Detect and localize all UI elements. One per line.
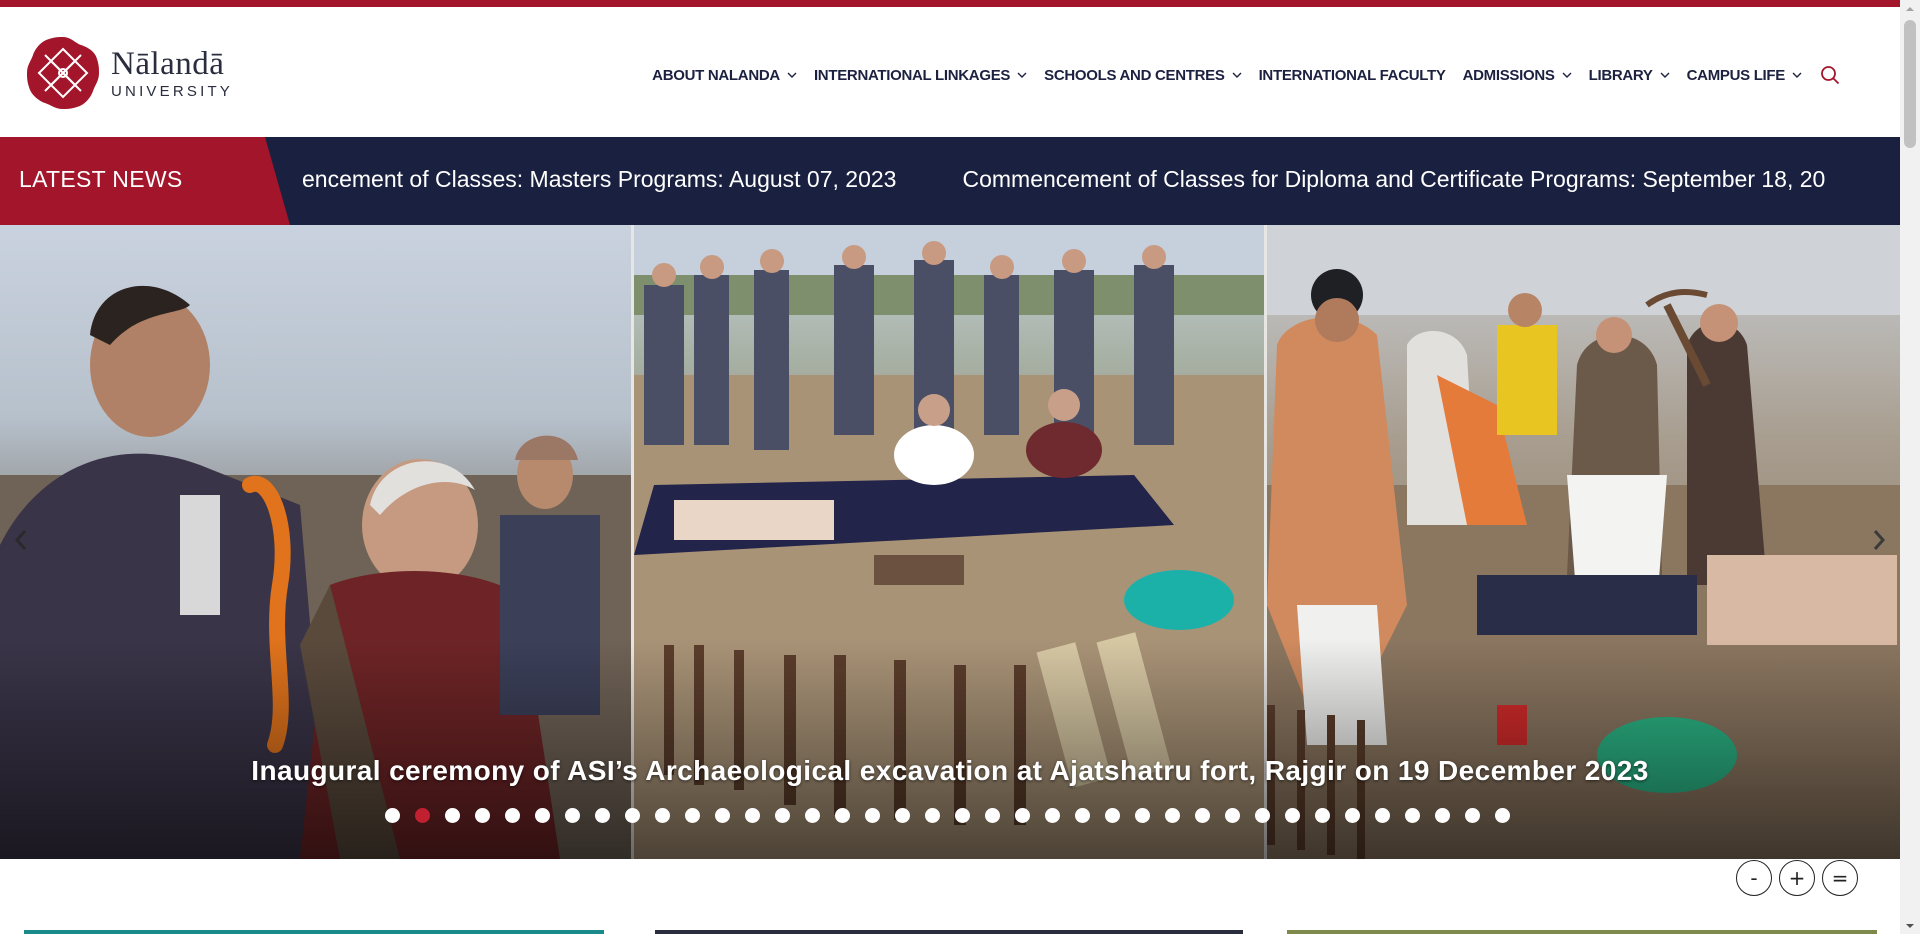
slider-dot[interactable] bbox=[1465, 808, 1480, 823]
slider-next-arrow-icon[interactable] bbox=[1868, 525, 1890, 555]
hero-slider: Inaugural ceremony of ASI’s Archaeologic… bbox=[0, 225, 1900, 859]
nav-item-schools-and-centres[interactable]: SCHOOLS AND CENTRES bbox=[1044, 66, 1242, 84]
chevron-down-icon bbox=[1232, 72, 1242, 78]
slider-dot[interactable] bbox=[805, 808, 820, 823]
slider-dot[interactable] bbox=[685, 808, 700, 823]
news-item[interactable]: encement of Classes: Masters Programs: A… bbox=[302, 166, 896, 192]
slider-dot[interactable] bbox=[1495, 808, 1510, 823]
chevron-down-icon bbox=[1562, 72, 1572, 78]
site-logo[interactable]: Nālandā UNIVERSITY bbox=[25, 35, 233, 111]
slider-dot[interactable] bbox=[1315, 808, 1330, 823]
nav-item-about-nalanda[interactable]: ABOUT NALANDA bbox=[652, 67, 797, 84]
nav-item-label: SCHOOLS AND CENTRES bbox=[1044, 66, 1225, 84]
slider-dot[interactable] bbox=[895, 808, 910, 823]
slider-dot[interactable] bbox=[1195, 808, 1210, 823]
slider-dot[interactable] bbox=[1105, 808, 1120, 823]
nav-item-label: CAMPUS LIFE bbox=[1686, 66, 1786, 84]
slider-dot[interactable] bbox=[625, 808, 640, 823]
slider-dot[interactable] bbox=[1405, 808, 1420, 823]
slider-dot[interactable] bbox=[835, 808, 850, 823]
slider-dot[interactable] bbox=[925, 808, 940, 823]
scroll-down-arrow[interactable] bbox=[1900, 917, 1920, 934]
chevron-down-icon bbox=[1792, 72, 1802, 78]
slider-dot[interactable] bbox=[445, 808, 460, 823]
slider-dot[interactable] bbox=[1255, 808, 1270, 823]
nav-item-campus-life[interactable]: CAMPUS LIFE bbox=[1687, 67, 1802, 84]
slider-dot[interactable] bbox=[535, 808, 550, 823]
nav-item-label: LIBRARY bbox=[1588, 66, 1653, 84]
site-header: Nālandā UNIVERSITY ABOUT NALANDA INTERNA… bbox=[0, 7, 1900, 137]
nav-item-international-faculty[interactable]: INTERNATIONAL FACULTY bbox=[1259, 67, 1446, 84]
latest-news-label: LATEST NEWS bbox=[0, 137, 290, 225]
slider-dot[interactable] bbox=[655, 808, 670, 823]
font-decrease-button[interactable]: - bbox=[1736, 860, 1772, 896]
caption-shade bbox=[0, 639, 1900, 859]
slider-dot[interactable] bbox=[865, 808, 880, 823]
nav-item-label: INTERNATIONAL LINKAGES bbox=[813, 66, 1011, 84]
slider-dot[interactable] bbox=[565, 808, 580, 823]
card-top-teal bbox=[24, 930, 604, 934]
font-size-controls: - + = bbox=[1736, 860, 1865, 896]
nav-item-library[interactable]: LIBRARY bbox=[1589, 67, 1670, 84]
slider-dot[interactable] bbox=[1375, 808, 1390, 823]
slide-caption: Inaugural ceremony of ASI’s Archaeologic… bbox=[251, 755, 1649, 786]
nav-item-admissions[interactable]: ADMISSIONS bbox=[1463, 67, 1572, 84]
slider-dot[interactable] bbox=[1135, 808, 1150, 823]
main-navigation: ABOUT NALANDA INTERNATIONAL LINKAGES SCH… bbox=[635, 65, 1840, 85]
card-top-olive bbox=[1287, 930, 1877, 934]
scroll-up-arrow[interactable] bbox=[1900, 0, 1920, 17]
logo-name: Nālandā bbox=[111, 45, 225, 82]
font-increase-button[interactable]: + bbox=[1779, 860, 1815, 896]
font-reset-button[interactable]: = bbox=[1822, 860, 1858, 896]
search-icon[interactable] bbox=[1820, 65, 1840, 85]
logo-subtitle: UNIVERSITY bbox=[111, 82, 234, 100]
slider-dot[interactable] bbox=[955, 808, 970, 823]
slider-prev-arrow-icon[interactable] bbox=[10, 525, 32, 555]
slider-dot[interactable] bbox=[1165, 808, 1180, 823]
news-ticker-track: encement of Classes: Masters Programs: A… bbox=[302, 166, 1900, 193]
slider-dot[interactable] bbox=[1015, 808, 1030, 823]
chevron-down-icon bbox=[1660, 72, 1670, 78]
card-top-navy bbox=[655, 930, 1243, 934]
university-emblem-icon bbox=[27, 37, 99, 109]
slider-dot[interactable] bbox=[745, 808, 760, 823]
slider-dot[interactable] bbox=[985, 808, 1000, 823]
slider-dot[interactable] bbox=[1225, 808, 1240, 823]
page-scrollbar[interactable] bbox=[1900, 0, 1920, 934]
scroll-thumb[interactable] bbox=[1904, 20, 1916, 148]
slider-pagination bbox=[385, 808, 1525, 823]
slider-dot[interactable] bbox=[1075, 808, 1090, 823]
latest-news-ticker: LATEST NEWS encement of Classes: Masters… bbox=[0, 137, 1900, 225]
slider-dot[interactable] bbox=[1345, 808, 1360, 823]
caret-down-icon bbox=[1906, 923, 1914, 928]
caret-up-icon bbox=[1906, 6, 1914, 11]
nav-item-label: ABOUT NALANDA bbox=[652, 66, 780, 84]
slider-dot[interactable] bbox=[1045, 808, 1060, 823]
slider-dot[interactable] bbox=[415, 808, 430, 823]
slider-dot[interactable] bbox=[595, 808, 610, 823]
slider-dot[interactable] bbox=[385, 808, 400, 823]
slider-dot[interactable] bbox=[505, 808, 520, 823]
news-item[interactable]: Commencement of Classes for Diploma and … bbox=[962, 166, 1825, 192]
latest-news-label-text: LATEST NEWS bbox=[19, 166, 183, 192]
nav-item-label: ADMISSIONS bbox=[1462, 66, 1555, 84]
nav-item-international-linkages[interactable]: INTERNATIONAL LINKAGES bbox=[814, 67, 1027, 84]
slider-dot[interactable] bbox=[1435, 808, 1450, 823]
slider-dot[interactable] bbox=[475, 808, 490, 823]
slider-dot[interactable] bbox=[715, 808, 730, 823]
chevron-down-icon bbox=[787, 72, 797, 78]
nav-item-label: INTERNATIONAL FACULTY bbox=[1258, 66, 1446, 84]
slider-dot[interactable] bbox=[1285, 808, 1300, 823]
chevron-down-icon bbox=[1017, 72, 1027, 78]
slider-dot[interactable] bbox=[775, 808, 790, 823]
top-accent-strip bbox=[0, 0, 1900, 7]
